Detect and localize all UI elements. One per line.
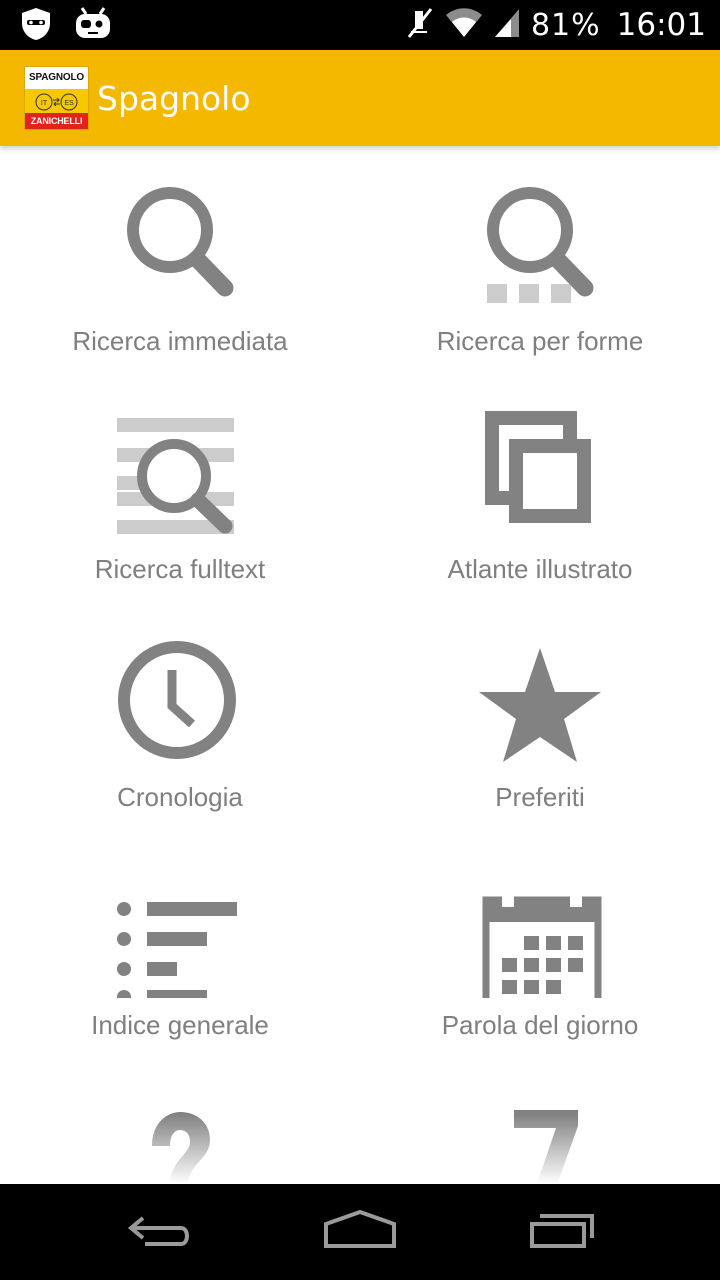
privacy-guard-icon bbox=[20, 6, 52, 46]
menu-item-help[interactable] bbox=[0, 1058, 360, 1184]
menu-item-cronologia[interactable]: Cronologia bbox=[0, 602, 360, 830]
clock-icon bbox=[112, 634, 248, 770]
menu-item-label: Parola del giorno bbox=[441, 1010, 639, 1040]
recent-apps-button[interactable] bbox=[512, 1202, 612, 1262]
list-icon bbox=[112, 862, 248, 1004]
wifi-icon bbox=[445, 7, 483, 43]
star-icon bbox=[472, 634, 608, 770]
menu-item-ricerca-immediata[interactable]: Ricerca immediata bbox=[0, 146, 360, 374]
menu-item-label: Ricerca per forme bbox=[436, 326, 644, 356]
clock-time: 16:01 bbox=[616, 7, 706, 43]
mute-icon bbox=[405, 5, 435, 45]
menu-item-label: Ricerca fulltext bbox=[94, 554, 266, 584]
status-left bbox=[20, 6, 112, 46]
menu-item-seven[interactable] bbox=[360, 1058, 720, 1184]
app-logo: SPAGNOLO IT ES ZANICHELLI bbox=[24, 66, 89, 130]
menu-item-label: Atlante illustrato bbox=[447, 554, 633, 584]
help-icon bbox=[112, 1090, 248, 1184]
seven-icon bbox=[472, 1090, 608, 1184]
menu-item-parola-del-giorno[interactable]: Parola del giorno bbox=[360, 830, 720, 1058]
calendar-icon bbox=[472, 862, 608, 1022]
search-forms-icon bbox=[472, 178, 608, 314]
menu-item-label: Preferiti bbox=[495, 782, 585, 812]
logo-top-text: SPAGNOLO bbox=[25, 67, 88, 89]
search-icon bbox=[112, 178, 248, 314]
menu-grid: Ricerca immediata Ricerca per forme Rice… bbox=[0, 146, 720, 1184]
screen: 81% 16:01 SPAGNOLO IT ES ZANICHELLI Spag… bbox=[0, 0, 720, 1280]
logo-left-badge: IT bbox=[41, 100, 48, 107]
menu-item-ricerca-per-forme[interactable]: Ricerca per forme bbox=[360, 146, 720, 374]
menu-item-indice-generale[interactable]: Indice generale bbox=[0, 830, 360, 1058]
menu-item-label: Cronologia bbox=[117, 782, 243, 812]
logo-bottom-text: ZANICHELLI bbox=[25, 113, 88, 129]
menu-item-ricerca-fulltext[interactable]: Ricerca fulltext bbox=[0, 374, 360, 602]
fulltext-search-icon bbox=[112, 406, 248, 562]
status-right: 81% 16:01 bbox=[405, 0, 706, 50]
back-icon bbox=[125, 1210, 195, 1254]
status-bar: 81% 16:01 bbox=[0, 0, 720, 50]
recent-apps-icon bbox=[526, 1210, 598, 1254]
menu-item-label: Indice generale bbox=[91, 1010, 269, 1040]
home-icon bbox=[322, 1209, 398, 1254]
menu-item-label: Ricerca immediata bbox=[72, 326, 288, 356]
back-button[interactable] bbox=[110, 1202, 210, 1262]
app-title: Spagnolo bbox=[97, 79, 251, 118]
logo-badges: IT ES bbox=[25, 89, 88, 115]
app-bar: SPAGNOLO IT ES ZANICHELLI Spagnolo bbox=[0, 50, 720, 146]
battery-level: 81% bbox=[530, 7, 601, 43]
menu-item-preferiti[interactable]: Preferiti bbox=[360, 602, 720, 830]
home-button[interactable] bbox=[310, 1202, 410, 1262]
cyanogen-mascot-icon bbox=[74, 6, 112, 46]
logo-right-badge: ES bbox=[64, 100, 74, 107]
menu-item-atlante-illustrato[interactable]: Atlante illustrato bbox=[360, 374, 720, 602]
gallery-icon bbox=[472, 406, 608, 542]
navigation-bar bbox=[0, 1184, 720, 1280]
signal-icon bbox=[493, 7, 521, 43]
